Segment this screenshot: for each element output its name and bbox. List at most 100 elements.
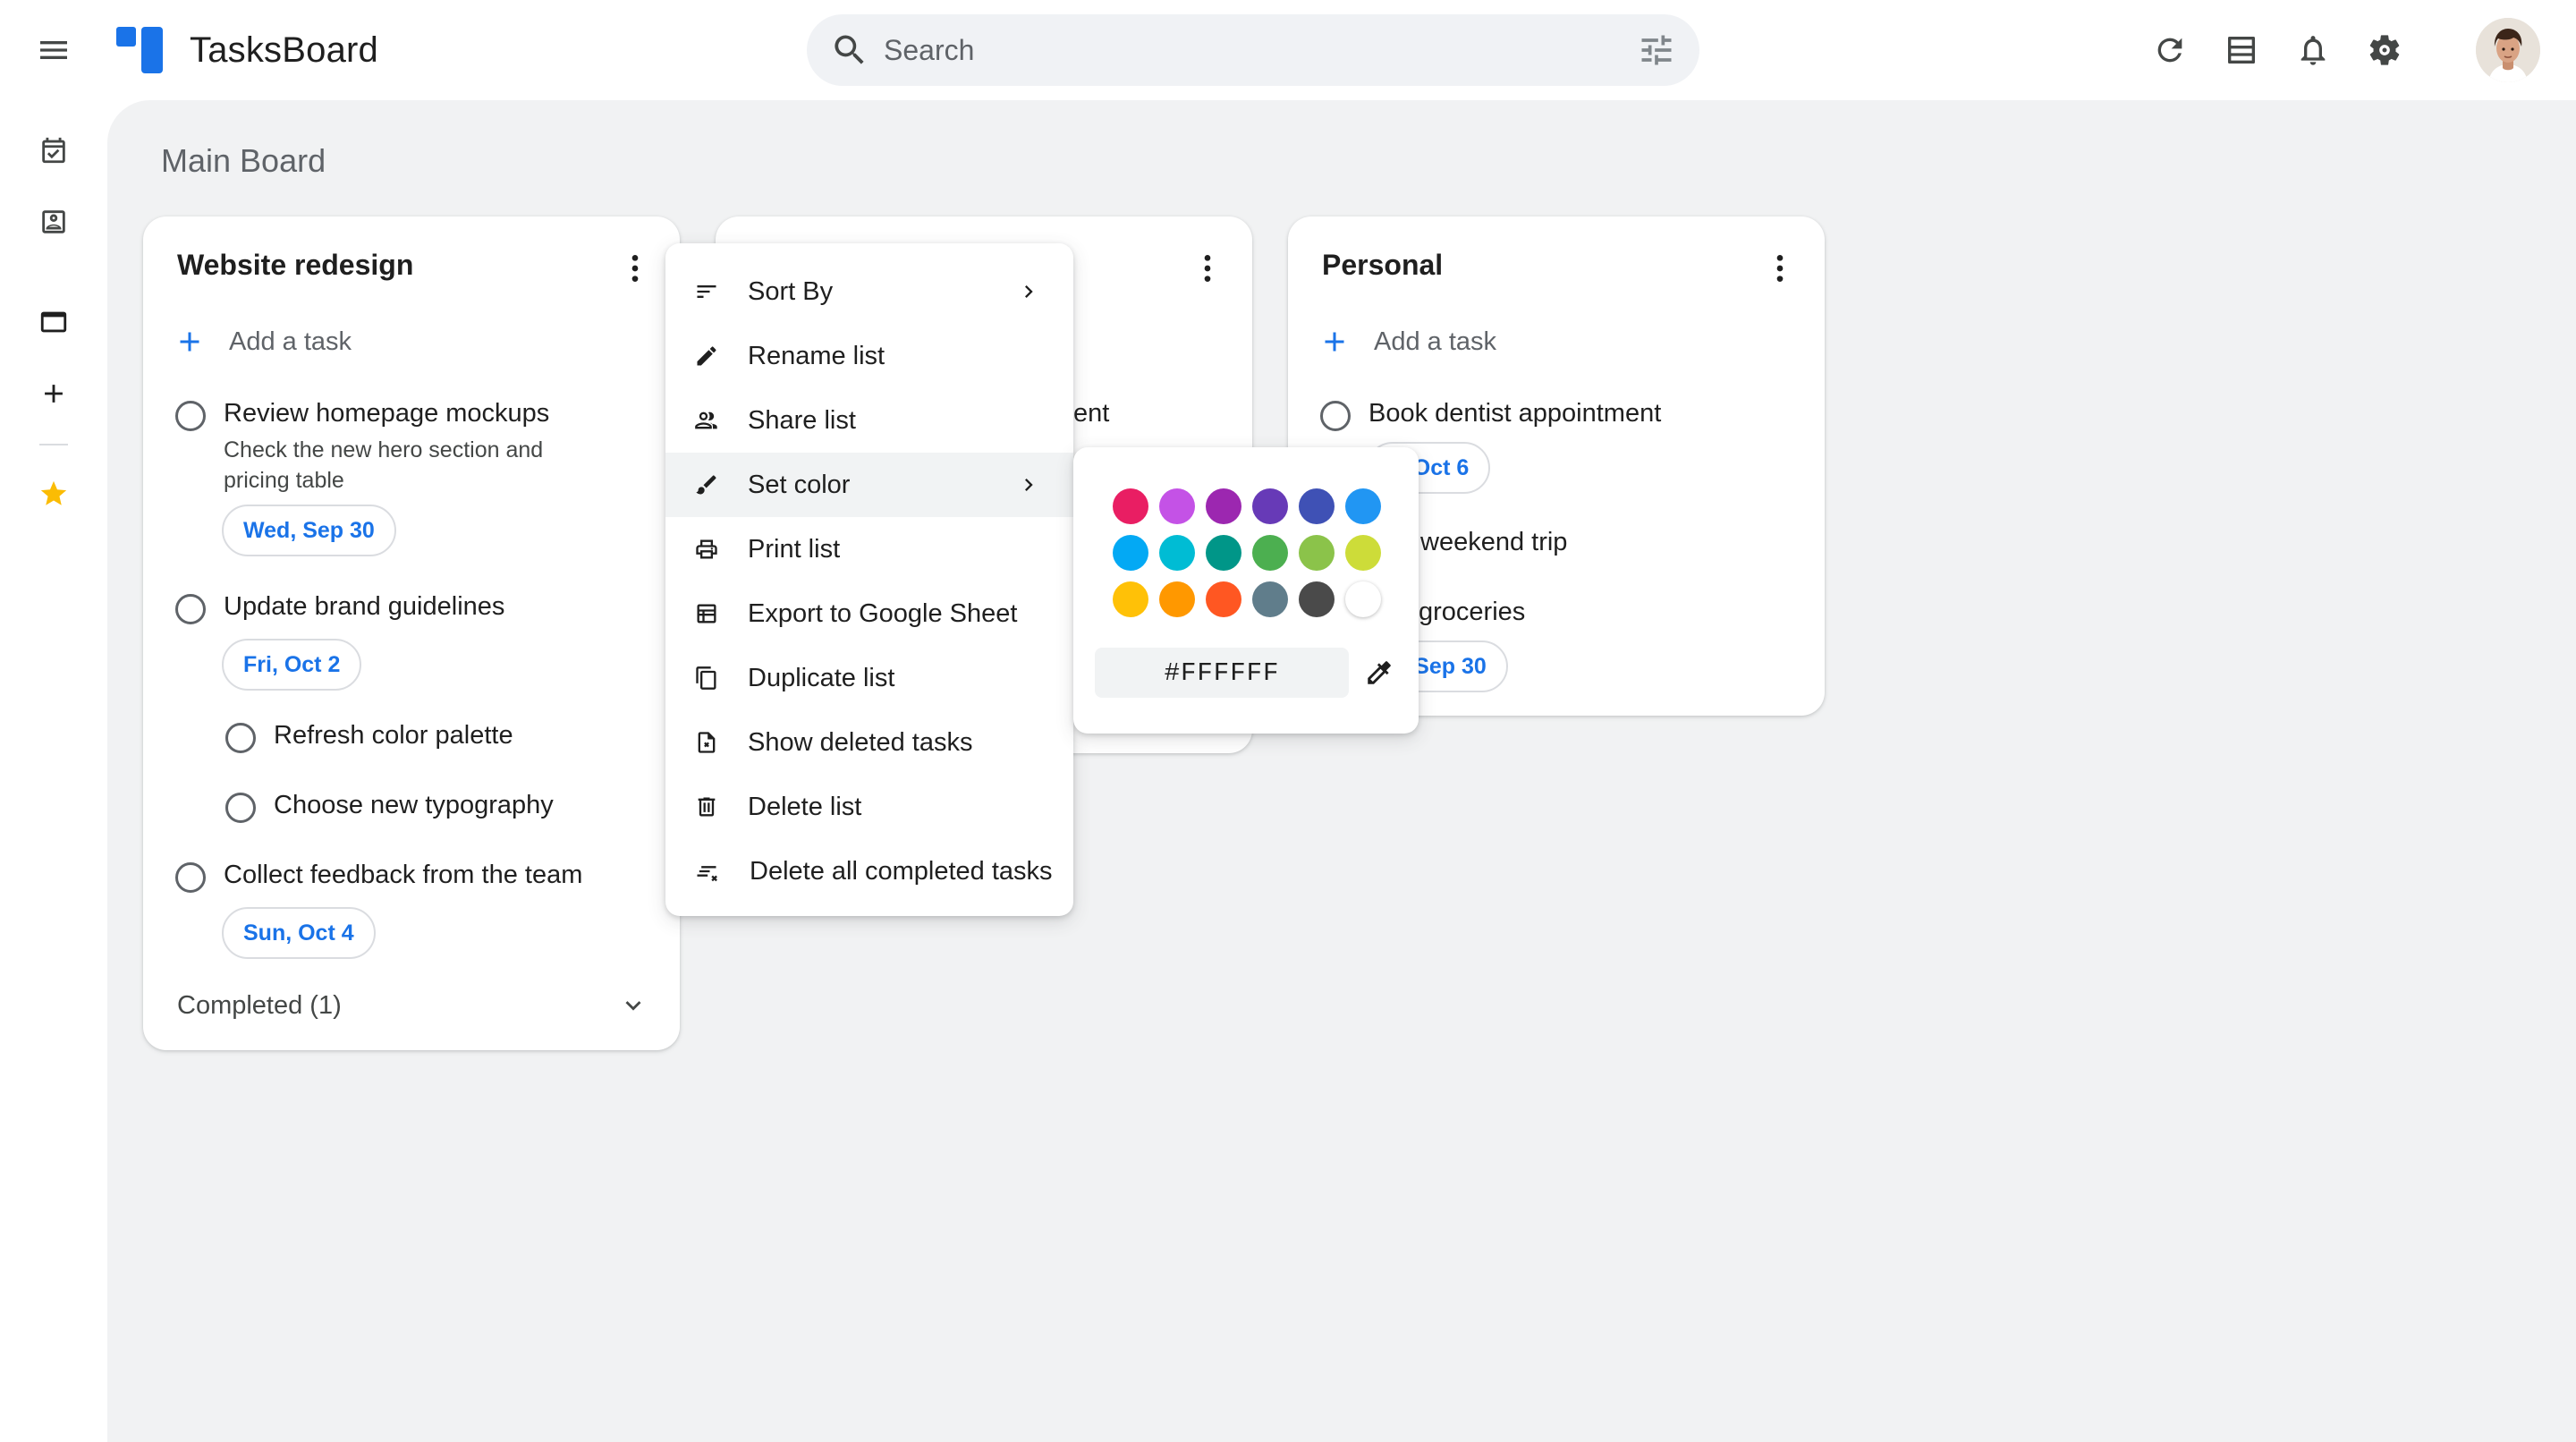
search-icon[interactable] xyxy=(830,30,869,70)
subtask-title[interactable]: Choose new typography xyxy=(274,787,554,823)
color-swatch[interactable] xyxy=(1206,581,1241,617)
menu-item-label: Print list xyxy=(748,535,841,564)
task-list-card: Website redesign Add a task Review homep… xyxy=(143,216,680,1050)
list-options-menu: Sort By Rename list Share list Set color… xyxy=(665,243,1073,916)
task-date-chip[interactable]: Sun, Oct 4 xyxy=(222,907,376,959)
task-checkbox[interactable] xyxy=(175,862,206,893)
task-notes[interactable]: Check the new hero section and pricing t… xyxy=(224,435,608,496)
list-title[interactable]: Personal xyxy=(1322,247,1443,283)
menu-item-label: Share list xyxy=(748,406,856,435)
task-title[interactable]: groceries xyxy=(1419,594,1525,630)
task-date-chip[interactable]: Wed, Sep 30 xyxy=(222,505,396,556)
view-toggle-button[interactable] xyxy=(2213,21,2270,79)
menu-item-label: Delete all completed tasks xyxy=(750,857,1053,886)
deleted-doc-icon xyxy=(698,732,716,753)
menu-item-print-list[interactable]: Print list xyxy=(665,517,1073,581)
color-swatch[interactable] xyxy=(1345,581,1381,617)
menu-item-label: Sort By xyxy=(748,277,834,306)
color-swatch[interactable] xyxy=(1345,488,1381,524)
rail-contacts-button[interactable] xyxy=(25,193,82,250)
app-logo xyxy=(114,23,165,75)
task-checkbox[interactable] xyxy=(175,401,206,431)
add-task-button[interactable]: Add a task xyxy=(170,322,352,361)
color-swatch[interactable] xyxy=(1299,535,1335,571)
view-toggle-icon xyxy=(2228,37,2255,64)
color-swatch[interactable] xyxy=(1159,488,1195,524)
task-title[interactable]: weekend trip xyxy=(1420,524,1567,560)
menu-item-duplicate-list[interactable]: Duplicate list xyxy=(665,646,1073,710)
color-swatch[interactable] xyxy=(1252,488,1288,524)
search-options-icon[interactable] xyxy=(1637,30,1676,70)
notifications-button[interactable] xyxy=(2284,21,2342,79)
color-swatch[interactable] xyxy=(1159,581,1195,617)
color-swatch[interactable] xyxy=(1206,488,1241,524)
task-checkbox[interactable] xyxy=(1320,401,1351,431)
menu-item-delete-list[interactable]: Delete list xyxy=(665,775,1073,839)
completed-expand-button[interactable] xyxy=(614,986,653,1025)
color-swatch[interactable] xyxy=(1113,488,1148,524)
add-task-icon xyxy=(170,322,209,361)
menu-item-share-list[interactable]: Share list xyxy=(665,388,1073,453)
rail-calendar-button[interactable] xyxy=(25,122,82,179)
printer-icon xyxy=(696,539,717,559)
color-swatch[interactable] xyxy=(1299,488,1335,524)
menu-item-label: Duplicate list xyxy=(748,664,895,692)
user-avatar-icon xyxy=(2476,18,2540,82)
color-swatch[interactable] xyxy=(1206,535,1241,571)
list-menu-button[interactable] xyxy=(1755,243,1805,293)
task-title[interactable]: Collect feedback from the team xyxy=(224,857,582,893)
eyedropper-button[interactable] xyxy=(1360,653,1399,692)
task-title[interactable]: Book dentist appointment xyxy=(1368,395,1661,431)
rail-add-board-button[interactable] xyxy=(25,365,82,422)
add-task-button[interactable]: Add a task xyxy=(1315,322,1496,361)
menu-item-set-color[interactable]: Set color xyxy=(665,453,1073,517)
chevron-down-icon xyxy=(625,1001,641,1011)
search-input[interactable] xyxy=(884,14,1599,86)
trash-icon xyxy=(698,797,716,817)
color-swatch[interactable] xyxy=(1113,581,1148,617)
color-swatch[interactable] xyxy=(1252,535,1288,571)
task-title[interactable]: Update brand guidelines xyxy=(224,589,504,624)
subtask-checkbox[interactable] xyxy=(225,793,256,823)
chevron-right-icon xyxy=(1025,479,1033,491)
color-swatch[interactable] xyxy=(1299,581,1335,617)
add-task-label: Add a task xyxy=(1374,327,1497,356)
list-title[interactable]: Website redesign xyxy=(177,247,413,283)
subtask-checkbox[interactable] xyxy=(225,723,256,753)
menu-item-delete-completed[interactable]: Delete all completed tasks xyxy=(665,839,1073,903)
refresh-button[interactable] xyxy=(2141,21,2199,79)
board-view-icon xyxy=(40,311,67,333)
completed-toggle[interactable]: Completed (1) xyxy=(177,988,342,1023)
task-title[interactable]: ent xyxy=(1073,395,1109,431)
color-swatch[interactable] xyxy=(1113,535,1148,571)
menu-item-rename-list[interactable]: Rename list xyxy=(665,324,1073,388)
settings-button[interactable] xyxy=(2356,21,2413,79)
menu-item-label: Export to Google Sheet xyxy=(748,599,1018,628)
color-swatch[interactable] xyxy=(1345,535,1381,571)
calendar-check-icon xyxy=(42,137,65,164)
color-swatch[interactable] xyxy=(1252,581,1288,617)
color-swatch[interactable] xyxy=(1159,535,1195,571)
task-checkbox[interactable] xyxy=(175,594,206,624)
menu-item-label: Show deleted tasks xyxy=(748,728,973,757)
people-icon xyxy=(695,411,717,429)
rail-board-button[interactable] xyxy=(25,293,82,351)
list-menu-button[interactable] xyxy=(610,243,660,293)
subtask-title[interactable]: Refresh color palette xyxy=(274,717,513,753)
refresh-icon xyxy=(2157,38,2182,63)
avatar[interactable] xyxy=(2476,18,2540,82)
sheet-icon xyxy=(697,604,716,623)
task-date-chip[interactable]: Fri, Oct 2 xyxy=(222,639,362,691)
menu-item-show-deleted[interactable]: Show deleted tasks xyxy=(665,710,1073,775)
menu-button[interactable] xyxy=(25,21,82,79)
rail-divider xyxy=(39,444,68,445)
menu-item-sort-by[interactable]: Sort By xyxy=(665,259,1073,324)
notifications-icon xyxy=(2301,36,2326,65)
rail-starred-button[interactable] xyxy=(25,465,82,522)
search-bar[interactable] xyxy=(807,14,1699,86)
pencil-icon xyxy=(697,346,716,366)
menu-item-export-sheet[interactable]: Export to Google Sheet xyxy=(665,581,1073,646)
task-title[interactable]: Review homepage mockups xyxy=(224,395,549,431)
hex-color-input[interactable]: #FFFFFF xyxy=(1095,648,1349,698)
list-menu-button[interactable] xyxy=(1182,243,1233,293)
